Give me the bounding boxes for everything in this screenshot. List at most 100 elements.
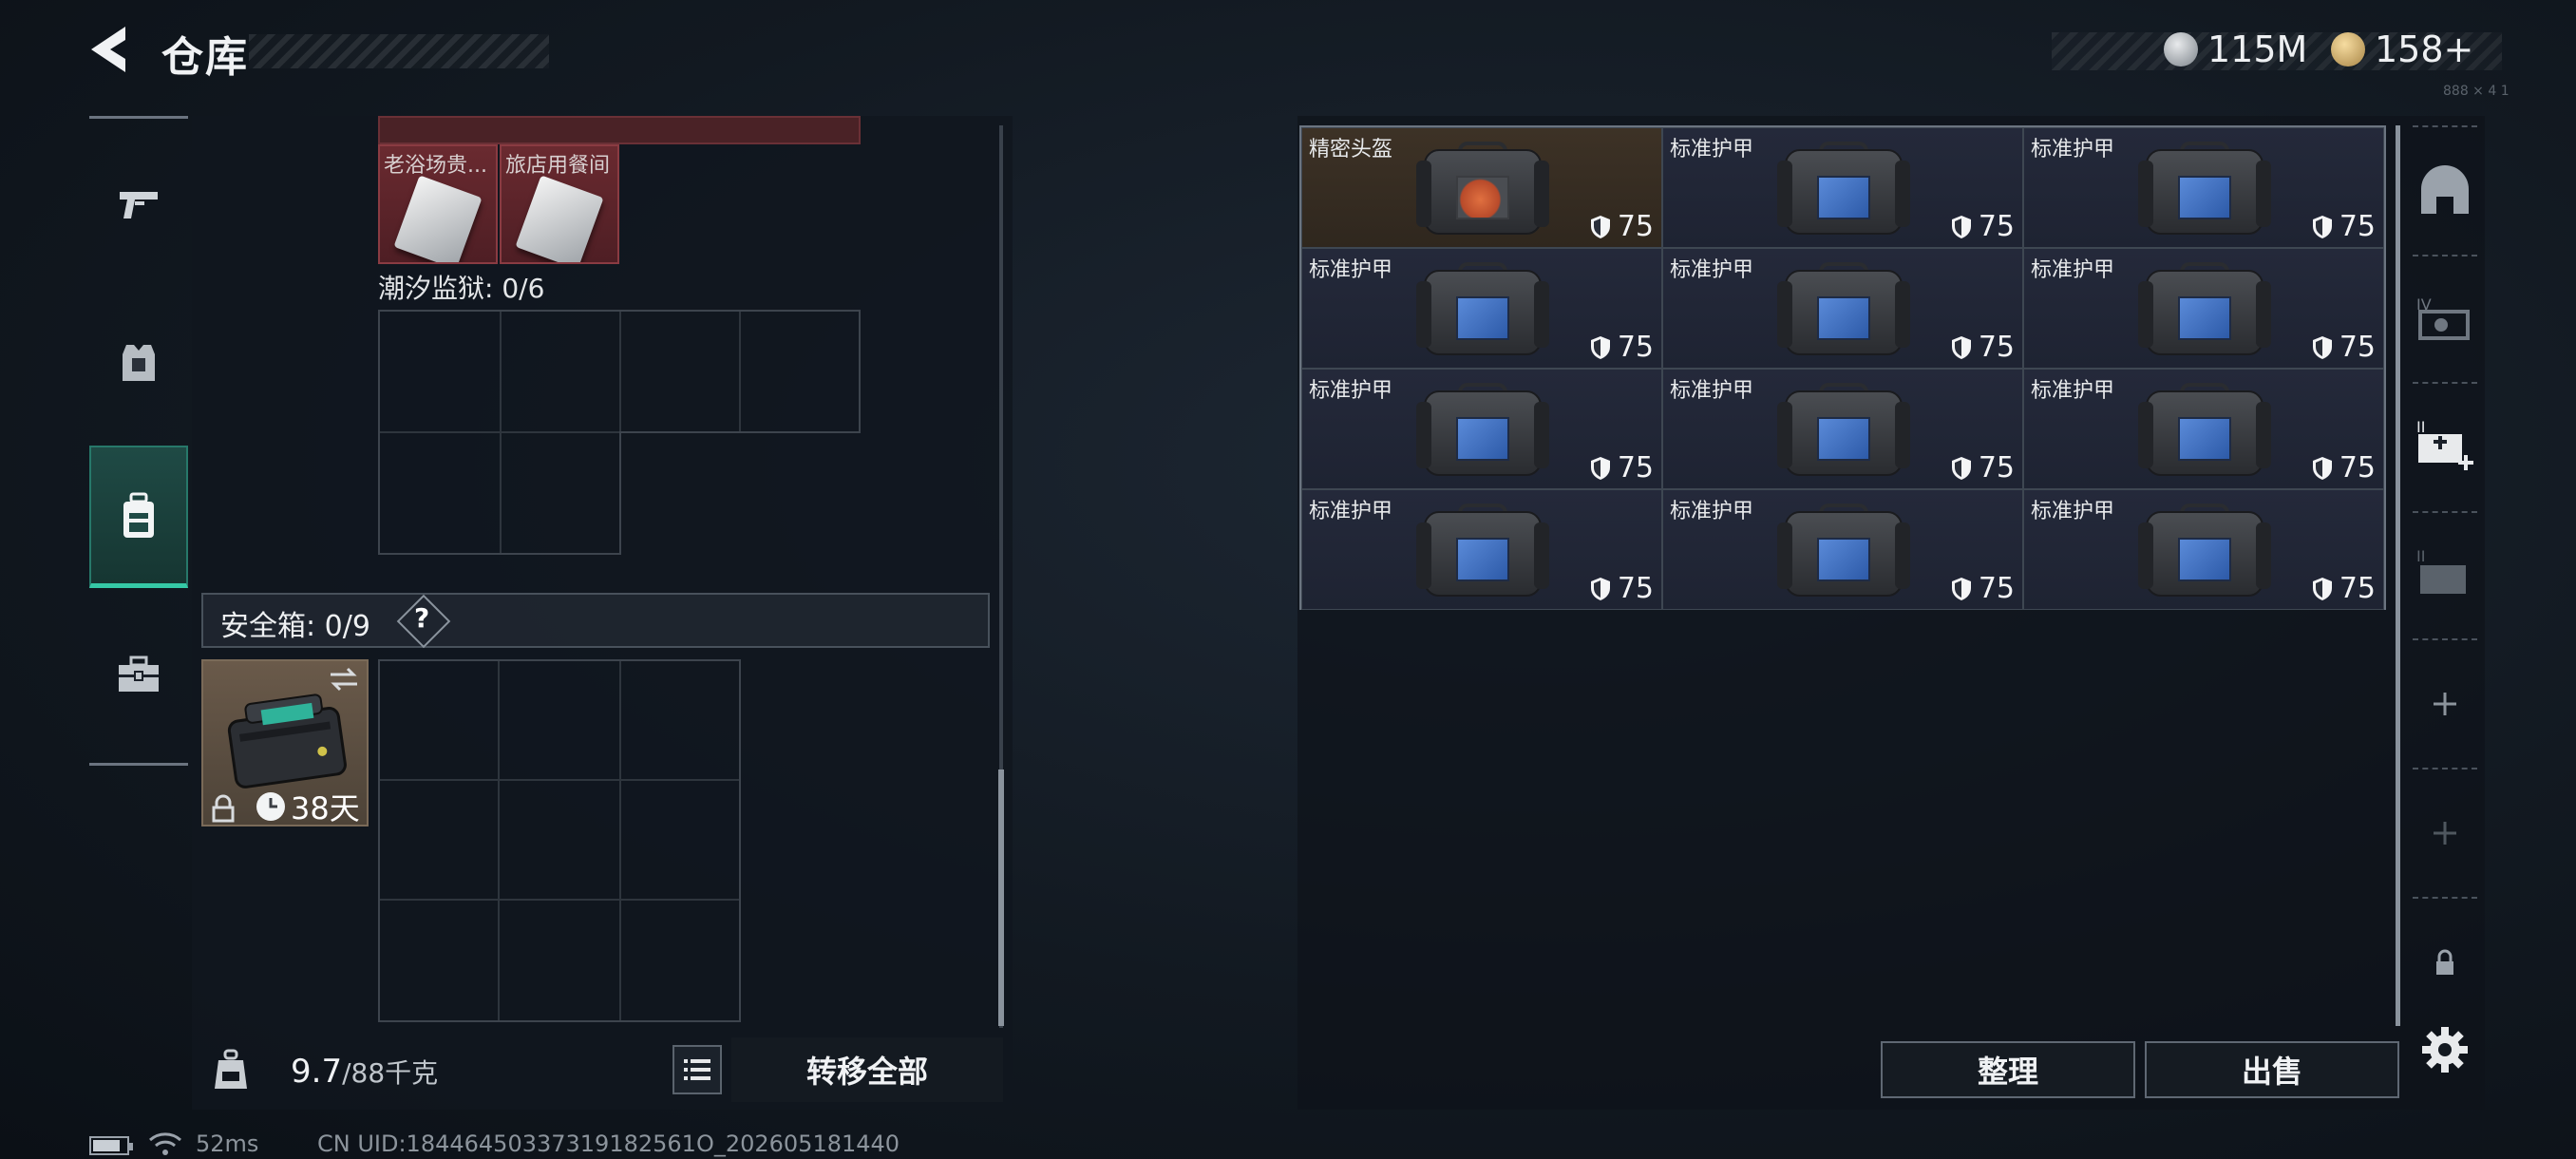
durability: 75 xyxy=(1589,210,1654,243)
weight-max: /88千克 xyxy=(342,1057,439,1089)
container-card-1[interactable]: 老浴场贵... xyxy=(378,144,498,264)
battery-level xyxy=(93,1140,120,1151)
silver-amount: 115M xyxy=(2207,28,2308,70)
safebox-days: 38天 xyxy=(291,790,360,826)
durability-value: 75 xyxy=(1978,451,2015,484)
help-mark: ? xyxy=(414,602,430,634)
add-slot-button-disabled[interactable] xyxy=(2409,790,2481,876)
back-arrow-icon xyxy=(91,27,125,72)
item-name: 标准护甲 xyxy=(1309,258,1393,282)
medkit-plus-icon: II xyxy=(2416,418,2473,470)
gold-amount: 158+ xyxy=(2375,28,2474,70)
shield-icon xyxy=(2312,215,2332,238)
swap-arrows-icon[interactable] xyxy=(327,665,361,694)
item-name: 标准护甲 xyxy=(1670,500,1754,523)
durability: 75 xyxy=(1589,331,1654,364)
durability: 75 xyxy=(2311,451,2376,484)
helmet-filter-button[interactable] xyxy=(2409,148,2481,234)
locked-slot[interactable] xyxy=(2409,931,2481,994)
settings-button[interactable] xyxy=(2409,1018,2481,1081)
shield-icon xyxy=(2312,456,2332,480)
durability-value: 75 xyxy=(1617,572,1654,605)
stash-item-slot[interactable]: 标准护甲 75 xyxy=(1301,489,1662,610)
iv-case-filter-button[interactable]: IV xyxy=(2409,276,2481,361)
gold-currency[interactable]: 158+ xyxy=(2331,28,2473,70)
wifi-icon xyxy=(149,1132,181,1155)
silver-currency[interactable]: 115M xyxy=(2164,28,2307,70)
lock-icon xyxy=(212,794,235,823)
ammo-case-button[interactable]: II xyxy=(2409,528,2481,619)
stash-item-slot[interactable]: 标准护甲 75 xyxy=(1662,369,2023,489)
stash-item-slot[interactable]: 精密头盔 75 xyxy=(1301,127,1662,248)
durability-value: 75 xyxy=(1978,331,2015,364)
shield-icon xyxy=(1590,215,1610,238)
durability: 75 xyxy=(2311,210,2376,243)
item-name: 精密头盔 xyxy=(1309,138,1393,162)
safebox-label: 安全箱: 0/9 xyxy=(220,610,370,643)
stash-item-slot[interactable]: 标准护甲 75 xyxy=(1662,127,2023,248)
lock-icon xyxy=(2436,949,2453,975)
medkit-add-button[interactable]: II xyxy=(2409,399,2481,490)
stash-item-slot[interactable]: 标准护甲 75 xyxy=(1662,248,2023,369)
stash-item-slot[interactable]: 标准护甲 75 xyxy=(1301,248,1662,369)
stash-item-slot[interactable]: 标准护甲 75 xyxy=(2023,248,2384,369)
armor-item-image xyxy=(1414,504,1551,602)
durability: 75 xyxy=(2311,331,2376,364)
sell-button[interactable]: 出售 xyxy=(2145,1041,2399,1098)
list-icon xyxy=(684,1059,710,1080)
gear-icon xyxy=(2422,1027,2468,1073)
durability: 75 xyxy=(1589,451,1654,484)
helmet-item-image xyxy=(1414,142,1551,240)
stash-scrollbar[interactable] xyxy=(2396,125,2400,1026)
ammo-case-icon: II xyxy=(2416,547,2466,594)
shield-icon xyxy=(1951,335,1971,359)
stash-item-slot[interactable]: 标准护甲 75 xyxy=(2023,369,2384,489)
durability-value: 75 xyxy=(1617,451,1654,484)
tab-backpack[interactable] xyxy=(89,446,188,588)
tab-toolbox[interactable] xyxy=(89,603,188,746)
helmet-icon xyxy=(2421,165,2469,214)
item-name: 标准护甲 xyxy=(2031,379,2115,403)
list-view-button[interactable] xyxy=(672,1045,722,1094)
inventory-scroll-thumb[interactable] xyxy=(998,770,1004,1026)
armor-item-image xyxy=(1414,262,1551,361)
shield-icon xyxy=(1951,577,1971,600)
stash-item-slot[interactable]: 标准护甲 75 xyxy=(2023,127,2384,248)
item-name: 标准护甲 xyxy=(1670,379,1754,403)
tab-weapons[interactable] xyxy=(89,134,188,276)
stash-item-slot[interactable]: 标准护甲 75 xyxy=(2023,489,2384,610)
silver-coin-icon xyxy=(2164,32,2198,66)
durability-value: 75 xyxy=(2339,451,2376,484)
container-card-2[interactable]: 旅店用餐间 xyxy=(500,144,619,264)
weight-value: 9.7 xyxy=(291,1053,343,1091)
shield-icon xyxy=(1590,335,1610,359)
shield-icon xyxy=(1951,215,1971,238)
durability: 75 xyxy=(1950,451,2015,484)
page-title: 仓库 xyxy=(161,33,249,82)
clock-icon xyxy=(256,792,285,821)
durability-value: 75 xyxy=(1978,210,2015,243)
add-slot-button[interactable] xyxy=(2409,663,2481,745)
title-stripe xyxy=(249,34,549,68)
transfer-all-button[interactable]: 转移全部 xyxy=(731,1037,1003,1102)
keycard-image xyxy=(515,175,604,262)
stash-item-slot[interactable]: 标准护甲 75 xyxy=(1301,369,1662,489)
durability: 75 xyxy=(1950,572,2015,605)
plus-icon xyxy=(2434,693,2456,715)
shield-icon xyxy=(1590,456,1610,480)
back-button[interactable] xyxy=(84,21,141,78)
corner-note: 888 × 4 1 xyxy=(2443,84,2510,99)
durability-value: 75 xyxy=(1978,572,2015,605)
durability: 75 xyxy=(1950,210,2015,243)
svg-text:II: II xyxy=(2416,547,2425,565)
stash-item-slot[interactable]: 标准护甲 75 xyxy=(1662,489,2023,610)
tide-prison-grid-bottom xyxy=(378,431,621,555)
toolbox-icon xyxy=(119,656,159,692)
weight-kg-icon xyxy=(215,1049,247,1089)
durability-value: 75 xyxy=(2339,210,2376,243)
shield-icon xyxy=(1951,456,1971,480)
backpack-icon xyxy=(123,492,154,538)
organize-button[interactable]: 整理 xyxy=(1881,1041,2135,1098)
weight-readout: 9.7/88千克 xyxy=(291,1053,438,1091)
tab-armor[interactable] xyxy=(89,292,188,434)
